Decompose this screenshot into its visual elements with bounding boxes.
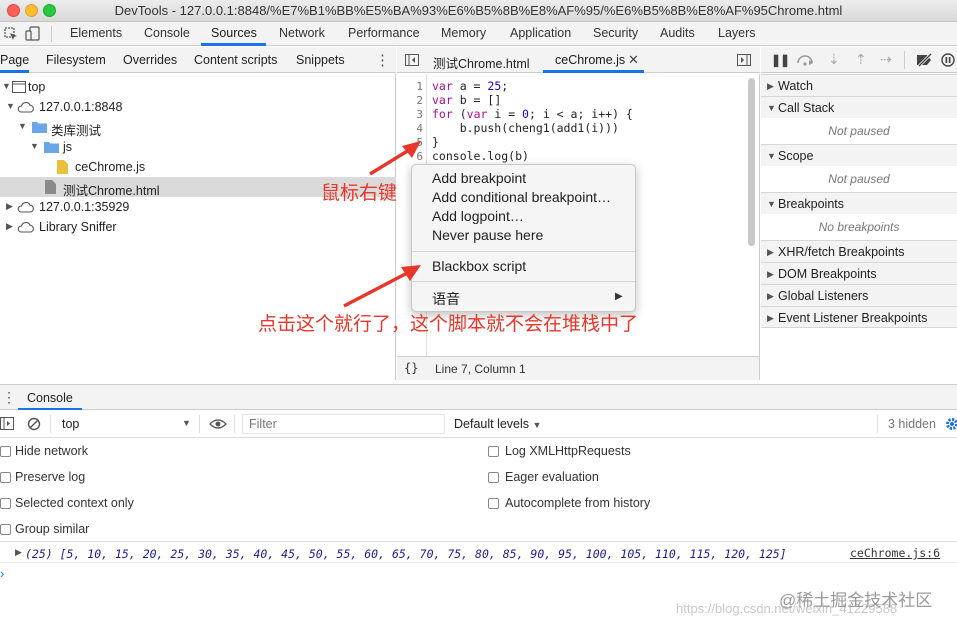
- drawer-tab-console[interactable]: Console: [27, 391, 73, 405]
- log-output: (25) [5, 10, 15, 20, 25, 30, 35, 40, 45,…: [25, 547, 787, 561]
- eager-evaluation-label: Eager evaluation: [505, 470, 599, 484]
- log-source-link[interactable]: ceChrome.js:6: [850, 546, 940, 560]
- log-xhr-label: Log XMLHttpRequests: [505, 444, 631, 458]
- console-settings-gear-icon[interactable]: [945, 417, 957, 431]
- log-levels-dropdown[interactable]: Default levels ▼: [454, 417, 541, 431]
- dropdown-arrow-icon[interactable]: ▼: [182, 418, 191, 428]
- console-filter-input[interactable]: [242, 414, 445, 434]
- selected-context-only-checkbox[interactable]: [0, 498, 11, 509]
- hide-network-label: Hide network: [15, 444, 88, 458]
- hide-network-checkbox[interactable]: [0, 446, 11, 457]
- group-similar-label: Group similar: [15, 522, 90, 536]
- hidden-count: 3 hidden: [888, 417, 936, 431]
- log-xhr-checkbox[interactable]: [488, 446, 499, 457]
- preserve-log-checkbox[interactable]: [0, 472, 11, 483]
- annotation-right-click: 鼠标右键: [321, 183, 398, 204]
- clear-console-icon[interactable]: [27, 417, 41, 431]
- eager-evaluation-checkbox[interactable]: [488, 472, 499, 483]
- autocomplete-history-label: Autocomplete from history: [505, 496, 651, 510]
- autocomplete-history-checkbox[interactable]: [488, 498, 499, 509]
- dropdown-arrow-icon: ▼: [532, 420, 542, 430]
- group-similar-checkbox[interactable]: [0, 524, 11, 535]
- drawer-tab-bar: ⋮ Console: [0, 384, 957, 411]
- preserve-log-label: Preserve log: [15, 470, 86, 484]
- console-log-row[interactable]: ▶ (25) [5, 10, 15, 20, 25, 30, 35, 40, 4…: [0, 543, 957, 563]
- console-prompt-icon[interactable]: ›: [0, 566, 4, 581]
- console-toolbar: top ▼ Default levels ▼ 3 hidden: [0, 410, 957, 438]
- arrow-to-blackbox: [343, 268, 414, 308]
- arrow-head: [402, 141, 421, 158]
- context-selector[interactable]: top: [62, 417, 79, 431]
- annotation-click-hint: 点击这个就行了，这个脚本就不会在堆栈中了: [258, 314, 639, 335]
- log-levels-label: Default levels: [454, 417, 530, 431]
- expand-array-icon[interactable]: ▶: [15, 547, 22, 558]
- console-settings-pane: Hide network Preserve log Selected conte…: [0, 438, 957, 542]
- drawer-menu-icon[interactable]: ⋮: [2, 389, 16, 406]
- show-sidebar-icon[interactable]: [0, 417, 14, 430]
- watermark-brand: @稀土掘金技术社区: [779, 591, 933, 610]
- eye-icon[interactable]: [209, 418, 227, 430]
- selected-context-only-label: Selected context only: [15, 496, 134, 510]
